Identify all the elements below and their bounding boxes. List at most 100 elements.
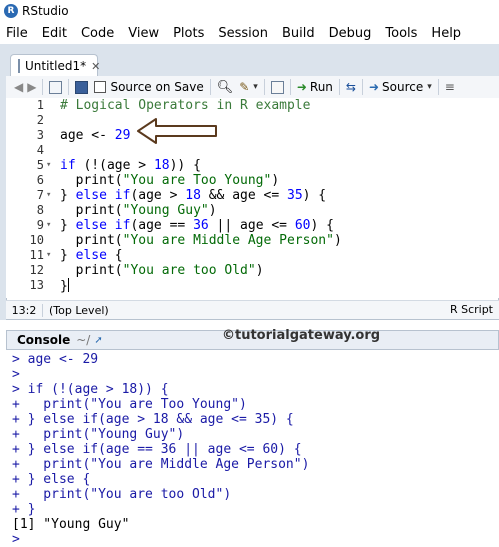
save-icon[interactable] <box>75 78 89 96</box>
run-button[interactable]: ➜ Run <box>297 78 333 96</box>
source-arrow-icon: ➜ <box>368 80 380 94</box>
editor-toolbar: ◀ ▶ Source on Save 🔍︎ ✎ ▾ ➜ Run ⇆ ➜ Sourc… <box>6 76 499 99</box>
fold-toggle-icon[interactable]: ▾ <box>46 248 51 263</box>
code-editor[interactable]: 1 # Logical Operators in R example 2 3 age <… <box>6 98 499 298</box>
file-type-selector[interactable]: R Script <box>450 303 493 316</box>
back-icon[interactable]: ◀ <box>14 78 23 96</box>
console-prompt: + <box>12 397 28 412</box>
toolbar-separator <box>42 79 44 95</box>
rerun-icon[interactable]: ⇆ <box>346 78 356 96</box>
run-arrow-icon: ➜ <box>296 80 307 94</box>
line-number: 7 <box>36 188 44 202</box>
console-line: > age <- 29 <box>12 352 98 367</box>
console-line: + } else { <box>12 472 90 487</box>
menu-debug[interactable]: Debug <box>329 26 372 41</box>
fold-toggle-icon[interactable]: ▾ <box>46 218 51 233</box>
toolbar-separator <box>209 79 211 95</box>
source-button[interactable]: ➜ Source ▾ <box>369 78 432 96</box>
console-line: > <box>12 367 28 382</box>
chevron-down-icon[interactable]: ▾ <box>427 82 432 92</box>
menu-plots[interactable]: Plots <box>173 26 204 41</box>
line-number: 8 <box>36 203 44 217</box>
line-number: 2 <box>36 113 44 127</box>
toolbar-separator <box>289 79 291 95</box>
console-prompt: > <box>12 367 28 382</box>
menu-help[interactable]: Help <box>431 26 461 41</box>
console-prompt: + <box>12 487 28 502</box>
menu-session[interactable]: Session <box>218 26 268 41</box>
search-icon[interactable]: 🔍︎ <box>217 78 234 96</box>
show-in-window-icon[interactable] <box>49 78 63 96</box>
document-outline-icon[interactable]: ≡ <box>445 78 455 96</box>
tab-untitled1[interactable]: Untitled1* ✕ <box>10 54 100 77</box>
console-input: } else if(age == 36 || age <= 60) { <box>27 442 302 457</box>
line-number: 1 <box>36 98 44 112</box>
console-prompt: + <box>12 412 28 427</box>
console-line: > if (!(age > 18)) { <box>12 382 169 397</box>
line-number: 3 <box>36 128 44 142</box>
source-on-save-checkbox[interactable]: Source on Save <box>94 78 204 96</box>
close-tab-icon[interactable]: ✕ <box>91 60 100 73</box>
code-text: if (!(age > 18)) { <box>60 158 201 173</box>
console-input: } else if(age > 18 && age <= 35) { <box>27 412 294 427</box>
toolbar-separator <box>263 79 265 95</box>
compile-report-icon[interactable] <box>270 78 284 96</box>
toolbar-separator <box>68 79 70 95</box>
console-prompt: > <box>12 382 28 397</box>
console-line: + print("You are Too Young") <box>12 397 247 412</box>
code-text: } <box>60 278 69 294</box>
toolbar-separator <box>437 79 439 95</box>
cursor-position: 13:2 <box>6 303 43 317</box>
annotation-arrow-icon <box>137 118 217 144</box>
console-input: } <box>27 502 36 517</box>
console-line: + } <box>12 502 35 517</box>
toolbar-separator <box>338 79 340 95</box>
console-working-dir[interactable]: ~/ <box>76 333 90 347</box>
menu-edit[interactable]: Edit <box>42 26 67 41</box>
line-number: 12 <box>29 263 44 277</box>
menu-build[interactable]: Build <box>282 26 315 41</box>
console-input: print("You are Too Young") <box>27 397 247 412</box>
console-input: print("Young Guy") <box>27 427 185 442</box>
run-label: Run <box>309 80 333 94</box>
editor-status-bar: 13:2 (Top Level) R Script <box>6 300 499 319</box>
code-text: } else if(age > 18 && age <= 35) { <box>60 188 327 203</box>
menu-file[interactable]: File <box>6 26 28 41</box>
app-title: RStudio <box>22 4 69 18</box>
fold-toggle-icon[interactable]: ▾ <box>46 158 51 173</box>
rstudio-logo-icon: R <box>4 4 18 18</box>
scope-indicator[interactable]: (Top Level) <box>49 304 109 317</box>
line-number: 10 <box>29 233 44 247</box>
code-text: # Logical Operators in R example <box>60 98 311 113</box>
title-bar: R RStudio <box>0 0 499 22</box>
line-number: 13 <box>29 278 44 292</box>
console-line: + } else if(age > 18 && age <= 35) { <box>12 412 294 427</box>
code-text: print("You are too Old") <box>60 263 264 278</box>
go-to-directory-icon[interactable]: ➚ <box>94 335 102 346</box>
forward-icon[interactable]: ▶ <box>27 78 36 96</box>
toolbar-separator <box>361 79 363 95</box>
line-number: 9 <box>36 218 44 232</box>
code-tools-wand-icon[interactable]: ✎ ▾ <box>239 78 258 96</box>
tab-title: Untitled1* <box>25 59 87 73</box>
code-text: print("You are Too Young") <box>60 173 280 188</box>
console-input: print("You are Middle Age Person") <box>27 457 310 472</box>
console-input: } else { <box>27 472 91 487</box>
checkbox-icon <box>94 81 107 93</box>
console-line: + print("You are too Old") <box>12 487 231 502</box>
console-input: print("You are too Old") <box>27 487 232 502</box>
code-text: } else if(age == 36 || age <= 60) { <box>60 218 334 233</box>
code-text: } else { <box>60 248 123 263</box>
console-output[interactable]: > age <- 29 > > if (!(age > 18)) {+ print… <box>6 350 499 547</box>
console-input: age <- 29 <box>27 352 99 367</box>
menu-tools[interactable]: Tools <box>385 26 417 41</box>
console-result: [1] "Young Guy" <box>12 517 130 532</box>
fold-toggle-icon[interactable]: ▾ <box>46 188 51 203</box>
console-prompt: > <box>12 352 28 367</box>
console-line: + print("Young Guy") <box>12 427 184 442</box>
menu-view[interactable]: View <box>128 26 159 41</box>
console-line: + print("You are Middle Age Person") <box>12 457 309 472</box>
console-prompt: + <box>12 442 28 457</box>
menu-code[interactable]: Code <box>81 26 114 41</box>
console-label[interactable]: Console <box>17 333 70 347</box>
